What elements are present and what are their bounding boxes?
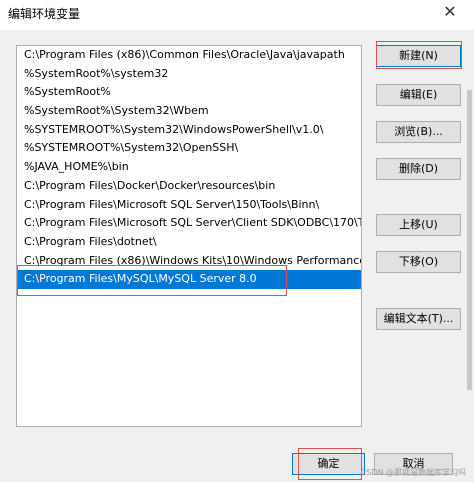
close-icon[interactable]: ✕ (440, 0, 460, 24)
move-down-button[interactable]: 下移(O) (376, 251, 461, 273)
path-row[interactable]: %JAVA_HOME%\bin (17, 158, 361, 177)
path-row[interactable]: C:\Program Files\dotnet\ (17, 233, 361, 252)
new-button[interactable]: 新建(N) (376, 45, 461, 67)
window-title: 编辑环境变量 (8, 7, 81, 21)
path-row[interactable]: C:\Program Files\Microsoft SQL Server\15… (17, 196, 361, 215)
path-row[interactable]: C:\Program Files\MySQL\MySQL Server 8.0 (17, 270, 361, 289)
path-row[interactable]: %SystemRoot%\system32 (17, 65, 361, 84)
path-row[interactable]: C:\Program Files (x86)\Windows Kits\10\W… (17, 252, 361, 271)
title-bar: 编辑环境变量 ✕ (0, 0, 474, 30)
path-row[interactable]: %SystemRoot% (17, 83, 361, 102)
path-row[interactable]: %SYSTEMROOT%\System32\WindowsPowerShell\… (17, 121, 361, 140)
path-row[interactable]: C:\Program Files\Microsoft SQL Server\Cl… (17, 214, 361, 233)
move-up-button[interactable]: 上移(U) (376, 214, 461, 236)
path-row[interactable]: C:\Program Files (x86)\Common Files\Orac… (17, 46, 361, 65)
delete-button[interactable]: 删除(D) (376, 158, 461, 180)
path-list[interactable]: C:\Program Files (x86)\Common Files\Orac… (16, 45, 362, 427)
browse-button[interactable]: 浏览(B)... (376, 121, 461, 143)
watermark: CSDN @那就是数据库学习吗 (360, 468, 466, 477)
edit-button[interactable]: 编辑(E) (376, 84, 461, 106)
scrollbar-thumb[interactable] (467, 90, 472, 390)
path-row[interactable]: %SYSTEMROOT%\System32\OpenSSH\ (17, 139, 361, 158)
ok-button[interactable]: 确定 (292, 453, 365, 475)
path-row[interactable]: %SystemRoot%\System32\Wbem (17, 102, 361, 121)
window-scrollbar[interactable] (465, 30, 474, 482)
edit-text-button[interactable]: 编辑文本(T)... (376, 308, 461, 330)
path-row[interactable]: C:\Program Files\Docker\Docker\resources… (17, 177, 361, 196)
